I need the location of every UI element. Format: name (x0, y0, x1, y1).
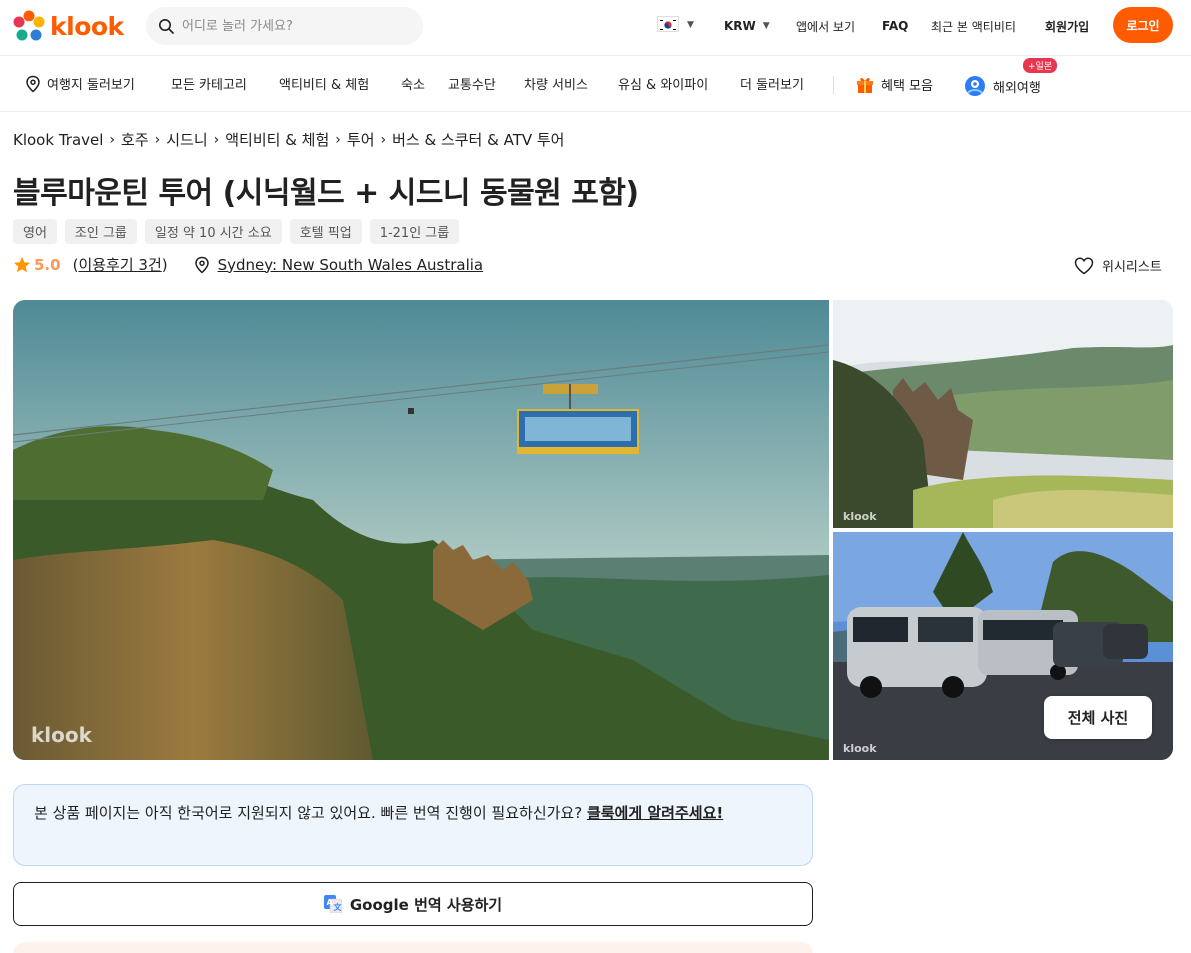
currency-label: KRW (724, 19, 756, 33)
language-chevron-down-icon[interactable]: ▼ (687, 20, 694, 30)
nav-item-label: 모든 카테고리 (171, 78, 247, 93)
nav-item-benefits[interactable]: 혜택 모음 (855, 74, 933, 94)
reviews-close-paren: ) (161, 255, 168, 274)
signup-link[interactable]: 회원가입 (1045, 0, 1089, 52)
three-sisters-photo: klook (833, 300, 1173, 528)
location-link[interactable]: Sydney: New South Wales Australia (194, 255, 484, 274)
notice-text: 본 상품 페이지는 아직 한국어로 지원되지 않고 있어요. 빠른 번역 진행이… (34, 804, 587, 822)
breadcrumb-item[interactable]: 투어 (347, 129, 375, 150)
svg-text:A: A (326, 898, 333, 907)
google-translate-label: Google 번역 사용하기 (349, 895, 503, 914)
nav-item-transport[interactable]: 교통수단 (448, 74, 496, 93)
heart-icon (1074, 257, 1094, 274)
chevron-right-icon: › (380, 131, 387, 148)
japan-badge: +일본 (1023, 58, 1058, 73)
nav-item-hotels[interactable]: 숙소 (401, 74, 425, 93)
tag-pickup: 호텔 픽업 (289, 219, 362, 244)
nav-item-more[interactable]: 더 둘러보기 (740, 74, 804, 93)
nav-item-label: 교통수단 (448, 78, 496, 93)
breadcrumb-item[interactable]: 시드니 (166, 129, 207, 150)
page-title: 블루마운틴 투어 (시닉월드 + 시드니 동물원 포함) (13, 176, 639, 211)
logo-text: klook (50, 11, 124, 41)
nav-item-car-services[interactable]: 차량 서비스 (524, 74, 588, 93)
chevron-right-icon: › (154, 131, 161, 148)
search-input[interactable] (182, 18, 402, 34)
nav-item-label: 혜택 모음 (881, 78, 933, 94)
next-section-peek (13, 942, 813, 953)
nav-item-destinations[interactable]: 여행지 둘러보기 (25, 74, 135, 93)
wishlist-label: 위시리스트 (1102, 260, 1162, 275)
tag-group-size: 1-21인 그룹 (369, 219, 460, 244)
login-label: 로그인 (1126, 18, 1160, 33)
nav-item-sim-wifi[interactable]: 유심 & 와이파이 (618, 74, 708, 93)
nav-item-overseas[interactable]: 해외여행 (963, 74, 1041, 98)
watermark-text: klook (843, 742, 877, 755)
breadcrumb-item[interactable]: Klook Travel (13, 131, 103, 149)
breadcrumb-item[interactable]: 액티비티 & 체험 (225, 129, 329, 150)
search-box[interactable] (146, 7, 423, 45)
breadcrumb-item[interactable]: 버스 & 스쿠터 & ATV 투어 (392, 129, 564, 150)
faq-link[interactable]: FAQ (882, 0, 908, 52)
view-all-photos-label: 전체 사진 (1067, 709, 1129, 727)
recent-activities-label: 최근 본 액티비티 (931, 19, 1016, 34)
nav-item-activities[interactable]: 액티비티 & 체험 (279, 74, 369, 93)
tag-duration: 일정 약 10 시간 소요 (144, 219, 282, 244)
nav-item-label: 유심 & 와이파이 (618, 78, 709, 93)
location-pin-icon (26, 75, 40, 93)
google-translate-icon: A 文 (323, 895, 342, 913)
view-all-photos-button[interactable]: 전체 사진 (1044, 696, 1152, 739)
google-translate-button[interactable]: A 文 Google 번역 사용하기 (13, 882, 813, 926)
rating-value: 5.0 (34, 255, 61, 274)
nav-item-all-categories[interactable]: 모든 카테고리 (171, 74, 247, 93)
signup-label: 회원가입 (1045, 19, 1090, 34)
nav-divider (833, 76, 834, 94)
app-view-label: 앱에서 보기 (796, 19, 856, 34)
app-view-link[interactable]: 앱에서 보기 (796, 0, 855, 52)
faq-label: FAQ (882, 19, 909, 33)
login-button[interactable]: 로그인 (1113, 7, 1173, 43)
category-nav: 여행지 둘러보기 모든 카테고리 액티비티 & 체험 숙소 교통수단 차량 서비… (0, 56, 1191, 112)
notify-klook-link[interactable]: 클룩에게 알려주세요! (587, 804, 723, 822)
wishlist-button[interactable]: 위시리스트 (1074, 256, 1162, 275)
currency-selector[interactable]: KRW ▼ (724, 0, 770, 52)
rating-row: 5.0 ( 이용후기 3건 ) Sydney: New South Wales … (13, 254, 483, 275)
nav-item-label: 여행지 둘러보기 (47, 78, 135, 93)
nav-item-label: 해외여행 (993, 80, 1041, 96)
nav-item-label: 차량 서비스 (524, 78, 588, 93)
gift-icon (857, 77, 873, 93)
watermark-text: klook (31, 723, 93, 747)
translation-notice: 본 상품 페이지는 아직 한국어로 지원되지 않고 있어요. 빠른 번역 진행이… (13, 784, 813, 866)
korea-flag-icon[interactable] (657, 16, 679, 32)
reviews-link[interactable]: 이용후기 3건 (78, 254, 161, 275)
gallery-thumb-three-sisters[interactable]: klook (833, 300, 1173, 528)
nav-item-label: 더 둘러보기 (740, 78, 804, 93)
globe-pin-icon (965, 76, 985, 96)
chevron-right-icon: › (109, 131, 116, 148)
currency-chevron-down-icon: ▼ (762, 21, 770, 31)
watermark-text: klook (843, 510, 877, 523)
nav-item-label: 액티비티 & 체험 (279, 78, 370, 93)
breadcrumb: Klook Travel › 호주 › 시드니 › 액티비티 & 체험 › 투어… (13, 129, 564, 150)
top-header: klook ▼ KRW ▼ 앱에서 보기 FAQ 최근 본 액티비티 회원가입 … (0, 0, 1191, 56)
gallery-main-image[interactable]: klook (13, 300, 829, 760)
tag-list: 영어 조인 그룹 일정 약 10 시간 소요 호텔 픽업 1-21인 그룹 (13, 219, 460, 244)
chevron-right-icon: › (335, 131, 341, 148)
klook-logo[interactable]: klook (12, 9, 124, 43)
blue-mountains-cable-car-photo: klook (13, 300, 829, 760)
nav-item-label: 숙소 (401, 78, 425, 93)
location-label: Sydney: New South Wales Australia (217, 255, 484, 274)
tag-group-type: 조인 그룹 (64, 219, 137, 244)
svg-text:文: 文 (333, 902, 342, 912)
chevron-right-icon: › (213, 131, 220, 148)
recent-activities-link[interactable]: 최근 본 액티비티 (931, 0, 1016, 52)
location-pin-icon (194, 256, 209, 274)
tag-language: 영어 (13, 219, 57, 244)
star-icon (14, 256, 30, 272)
search-icon (159, 19, 174, 34)
breadcrumb-item[interactable]: 호주 (121, 129, 149, 150)
klook-logo-icon (13, 10, 45, 41)
